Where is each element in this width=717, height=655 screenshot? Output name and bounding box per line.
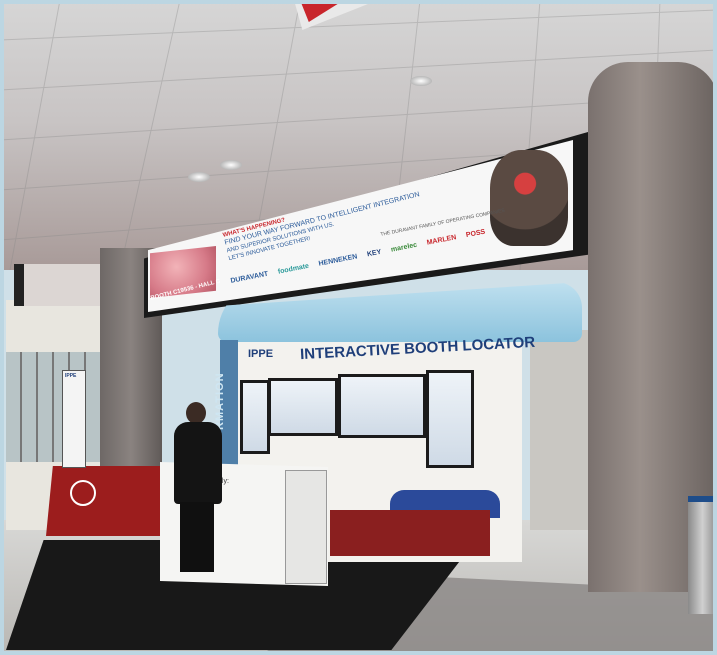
kiosk-red-stripe: [330, 510, 490, 556]
ceiling-light: [410, 76, 432, 86]
kiosk-screen-map[interactable]: [338, 374, 426, 438]
ippe-logo-text: IPPE: [248, 348, 274, 360]
table-logo-icon: [70, 480, 96, 506]
trash-can: [688, 496, 717, 614]
banner-chicken-photo: [490, 150, 568, 246]
visitor-person: [170, 402, 226, 572]
ippe-logo: IPPE: [248, 348, 273, 360]
kiosk-screen-2[interactable]: [268, 378, 338, 436]
ceiling-light: [188, 172, 210, 182]
person-jacket: [174, 422, 222, 504]
exhibit-hall-photo: WHAT'S HAPPENING? FIND YOUR WAY FORWARD …: [0, 0, 717, 655]
ippe-standee: IPPE: [62, 370, 86, 468]
kiosk-screen-right[interactable]: [426, 370, 474, 468]
kiosk-screen-left[interactable]: [240, 380, 270, 454]
person-head: [186, 402, 206, 424]
red-draped-table: [46, 466, 160, 536]
staircase: [530, 330, 590, 530]
standee-text: IPPE: [65, 373, 77, 379]
person-legs: [180, 502, 214, 572]
podium-panel: [285, 470, 327, 584]
windows: [6, 352, 101, 462]
wall-speaker-sign: [14, 264, 112, 306]
ceiling-light: [220, 160, 242, 170]
